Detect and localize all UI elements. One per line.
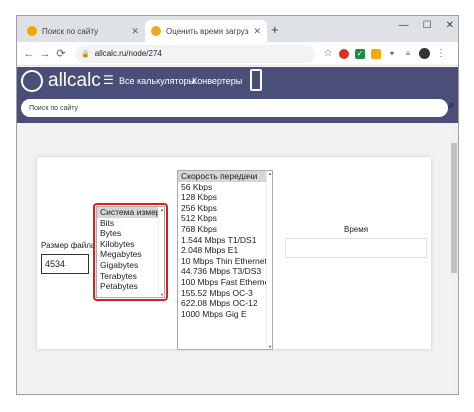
tab-strip: Поиск по сайту ✕ Оценить время загрузки … <box>17 16 458 42</box>
page-scrollbar[interactable] <box>450 123 458 394</box>
speed-option[interactable]: 155.52 Mbps OC-3 <box>178 288 272 299</box>
scroll-up-icon[interactable]: ▲ <box>159 207 164 212</box>
scroll-down-icon[interactable]: ▼ <box>267 344 272 349</box>
page-scrollbar-thumb[interactable] <box>451 143 457 273</box>
close-button[interactable]: ✕ <box>446 20 454 31</box>
nav-converters[interactable]: Конвертеры <box>192 76 242 86</box>
logo-circle-icon[interactable] <box>21 70 43 92</box>
browser-toolbar: ← → ⟳ 🔒 allcalc.ru/node/274 ☆ ✓ ✦ ≡ ⋮ <box>17 42 458 66</box>
speed-option[interactable]: 128 Kbps <box>178 192 272 203</box>
speed-option[interactable]: Скорость передачи <box>178 171 272 182</box>
extension-yellow-icon[interactable] <box>371 48 381 59</box>
site-search-input[interactable]: Поиск по сайту <box>21 99 448 117</box>
extension-red-icon[interactable] <box>339 48 349 59</box>
tab-title: Поиск по сайту <box>42 26 99 36</box>
tab-close-icon[interactable]: ✕ <box>131 26 139 37</box>
tab-title: Оценить время загрузки файла <box>166 26 249 36</box>
units-option[interactable]: Bytes <box>97 228 164 239</box>
new-tab-button[interactable]: + <box>271 22 279 37</box>
speed-option[interactable]: 1000 Mbps Gig E <box>178 309 272 320</box>
speed-option[interactable]: 2.048 Mbps E1 <box>178 245 272 256</box>
speed-option[interactable]: 44.736 Mbps T3/DS3 <box>178 266 272 277</box>
time-label: Время <box>344 225 369 234</box>
extensions-puzzle-icon[interactable]: ✦ <box>387 49 397 59</box>
site-header: allcalc ☰ Все калькуляторы Конвертеры <box>17 67 458 97</box>
lock-icon: 🔒 <box>81 50 90 58</box>
reload-button[interactable]: ⟳ <box>53 47 69 60</box>
units-option[interactable]: Gigabytes <box>97 260 164 271</box>
nav-all-calculators[interactable]: Все калькуляторы <box>119 76 195 86</box>
extension-green-icon[interactable]: ✓ <box>355 48 365 59</box>
download-time-calculator: Размер файла 4534 Система измерения Bits… <box>37 157 431 350</box>
speed-option[interactable]: 1.544 Mbps T1/DS1 <box>178 235 272 246</box>
back-button[interactable]: ← <box>21 48 37 60</box>
units-listbox-scrollbar[interactable]: ▲ ▼ <box>158 207 164 297</box>
units-option[interactable]: Система измерения <box>97 207 164 218</box>
mobile-icon[interactable] <box>250 69 262 91</box>
units-option[interactable]: Petabytes <box>97 281 164 292</box>
site-search-bar: Поиск по сайту ⌕ <box>17 97 458 123</box>
hamburger-menu-icon[interactable]: ☰ <box>103 73 114 87</box>
maximize-button[interactable]: ☐ <box>423 20 432 31</box>
site-favicon-icon <box>27 26 37 36</box>
file-size-input[interactable]: 4534 <box>41 254 89 274</box>
scroll-up-icon[interactable]: ▲ <box>267 171 272 176</box>
minimize-button[interactable]: — <box>399 20 409 31</box>
tab-file-download-time[interactable]: Оценить время загрузки файла ✕ <box>145 20 267 42</box>
tab-close-icon[interactable]: ✕ <box>253 26 261 37</box>
speed-listbox[interactable]: Скорость передачи 56 Kbps 128 Kbps 256 K… <box>177 170 273 350</box>
address-bar[interactable]: 🔒 allcalc.ru/node/274 <box>75 44 315 63</box>
speed-option[interactable]: 512 Kbps <box>178 213 272 224</box>
extensions-area: ☆ ✓ ✦ ≡ ⋮ <box>323 48 446 59</box>
browser-window: Поиск по сайту ✕ Оценить время загрузки … <box>16 15 459 395</box>
units-option[interactable]: Bits <box>97 218 164 229</box>
window-controls: — ☐ ✕ <box>399 20 454 31</box>
media-control-icon[interactable]: ≡ <box>403 49 413 59</box>
speed-option[interactable]: 256 Kbps <box>178 203 272 214</box>
scroll-down-icon[interactable]: ▼ <box>159 292 164 297</box>
url-text: allcalc.ru/node/274 <box>94 49 162 58</box>
units-option[interactable]: Megabytes <box>97 249 164 260</box>
units-listbox[interactable]: Система измерения Bits Bytes Kilobytes M… <box>96 206 165 298</box>
search-placeholder: Поиск по сайту <box>29 104 79 112</box>
speed-option[interactable]: 622.08 Mbps OC-12 <box>178 298 272 309</box>
units-option[interactable]: Terabytes <box>97 271 164 282</box>
speed-option[interactable]: 10 Mbps Thin Ethernet <box>178 256 272 267</box>
forward-button[interactable]: → <box>37 48 53 60</box>
site-logo[interactable]: allcalc <box>48 70 101 92</box>
file-size-label: Размер файла <box>41 241 96 250</box>
bookmark-star-icon[interactable]: ☆ <box>323 48 333 59</box>
search-icon[interactable]: ⌕ <box>448 100 454 111</box>
units-option[interactable]: Kilobytes <box>97 239 164 250</box>
speed-option[interactable]: 56 Kbps <box>178 182 272 193</box>
menu-dots-icon[interactable]: ⋮ <box>436 48 446 59</box>
profile-avatar[interactable] <box>419 48 430 59</box>
speed-option[interactable]: 100 Mbps Fast Ethernet <box>178 277 272 288</box>
speed-option[interactable]: 768 Kbps <box>178 224 272 235</box>
tab-site-search[interactable]: Поиск по сайту ✕ <box>21 20 145 42</box>
time-result-field <box>285 238 427 258</box>
site-favicon-icon <box>151 26 161 36</box>
speed-listbox-scrollbar[interactable]: ▲ ▼ <box>266 171 272 349</box>
